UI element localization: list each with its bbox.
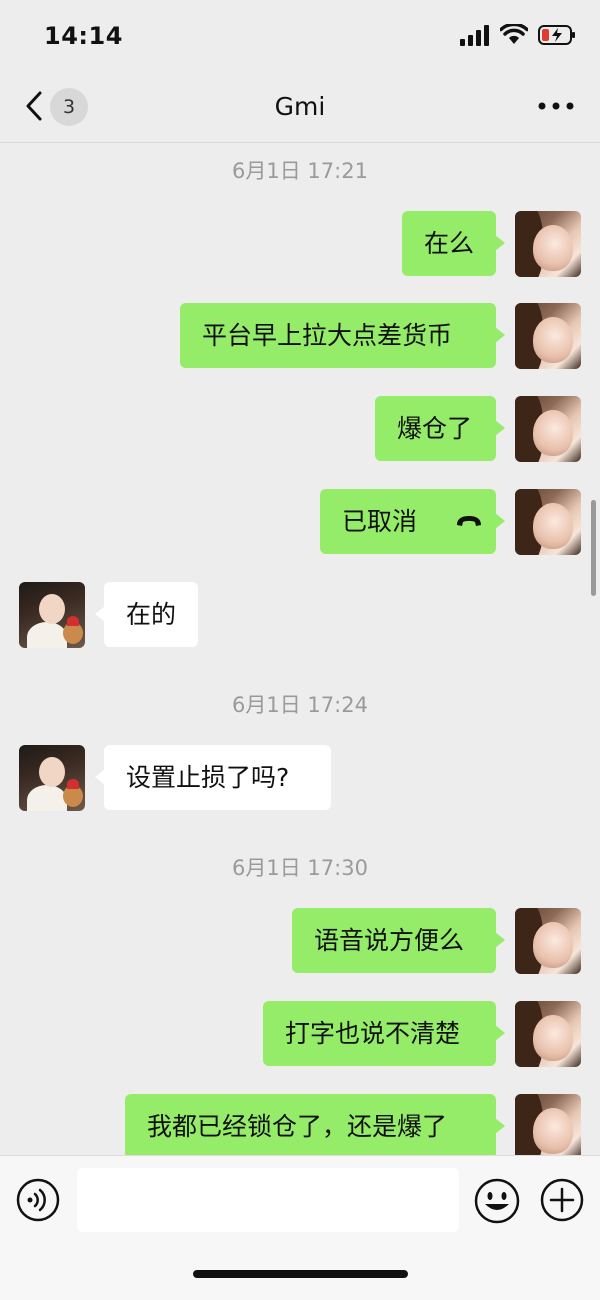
status-time: 14:14 [44, 22, 123, 50]
message-bubble-outgoing[interactable]: 在么 [402, 211, 505, 276]
wifi-icon [500, 24, 528, 44]
avatar[interactable] [515, 1001, 581, 1067]
emoji-icon [474, 1178, 520, 1224]
avatar[interactable] [515, 396, 581, 462]
status-bar: 14:14 [0, 0, 600, 70]
chat-header: 3 Gmi [0, 70, 600, 143]
timestamp: 6月1日 17:30 [232, 856, 368, 880]
phone-hangup-icon [456, 516, 481, 526]
more-dots-icon [538, 102, 574, 110]
message-bubble-outgoing[interactable]: 我都已经锁仓了，还是爆了 [125, 1094, 505, 1159]
contact-avatar[interactable] [19, 745, 85, 811]
scroll-indicator[interactable] [591, 500, 596, 596]
avatar[interactable] [515, 211, 581, 277]
plus-button[interactable] [540, 1178, 584, 1222]
message-bubble-outgoing[interactable]: 平台早上拉大点差货币 [180, 303, 505, 368]
status-icons [460, 24, 576, 46]
voice-button[interactable] [16, 1178, 60, 1222]
more-button[interactable] [536, 94, 576, 118]
call-status-text: 已取消 [342, 507, 418, 536]
message-input[interactable] [77, 1168, 459, 1232]
chat-title: Gmi [274, 92, 326, 121]
message-bubble-outgoing[interactable]: 语音说方便么 [292, 908, 505, 973]
emoji-button[interactable] [474, 1178, 520, 1224]
avatar[interactable] [515, 303, 581, 369]
message-bubble-outgoing[interactable]: 打字也说不清楚 [263, 1001, 505, 1066]
message-bubble-incoming[interactable]: 在的 [95, 582, 198, 647]
timestamp: 6月1日 17:21 [232, 159, 368, 183]
call-cancelled-bubble[interactable]: 已取消 [320, 489, 505, 554]
message-bubble-outgoing[interactable]: 爆仓了 [375, 396, 505, 461]
avatar[interactable] [515, 1094, 581, 1160]
voice-icon [16, 1178, 60, 1222]
timestamp: 6月1日 17:24 [232, 693, 368, 717]
contact-avatar[interactable] [19, 582, 85, 648]
avatar[interactable] [515, 908, 581, 974]
input-bar [0, 1155, 600, 1300]
battery-icon [538, 25, 575, 45]
plus-icon [540, 1178, 584, 1222]
home-indicator [193, 1270, 408, 1278]
signal-icon [460, 25, 489, 46]
message-bubble-incoming[interactable]: 设置止损了吗? [95, 745, 331, 810]
avatar[interactable] [515, 489, 581, 555]
